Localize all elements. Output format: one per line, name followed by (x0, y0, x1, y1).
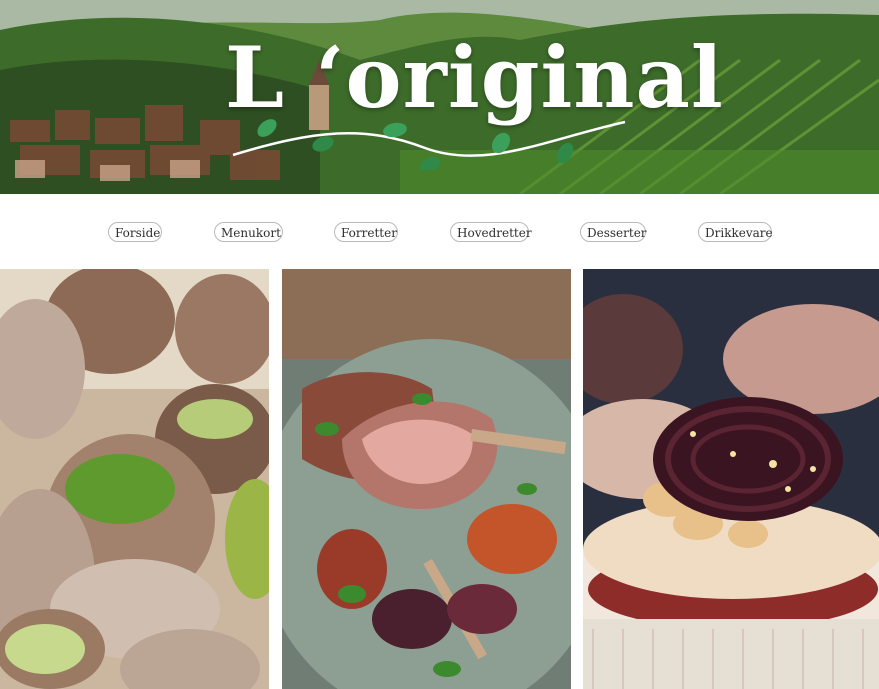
hero-banner: L ‘original (0, 0, 879, 194)
panel-escargots[interactable] (0, 269, 269, 689)
nav-item-drikkevare[interactable]: Drikkevare (698, 222, 773, 242)
panel-dessert[interactable] (583, 269, 879, 689)
nav-item-hovedretter[interactable]: Hovedretter (450, 222, 532, 242)
panel-lamb[interactable] (282, 269, 571, 689)
nav-item-menukort[interactable]: Menukort (214, 222, 283, 242)
nav-item-desserter[interactable]: Desserter (580, 222, 647, 242)
lamb-dish-image (282, 269, 571, 689)
leaf-vine-icon (232, 119, 626, 170)
dessert-image (583, 269, 879, 689)
brand-logo[interactable]: L ‘original (225, 30, 723, 170)
main-navigation: Forside Menukort Forretter Hovedretter D… (0, 194, 879, 269)
nav-item-forretter[interactable]: Forretter (334, 222, 398, 242)
nav-item-forside[interactable]: Forside (108, 222, 162, 242)
escargots-image (0, 269, 269, 689)
